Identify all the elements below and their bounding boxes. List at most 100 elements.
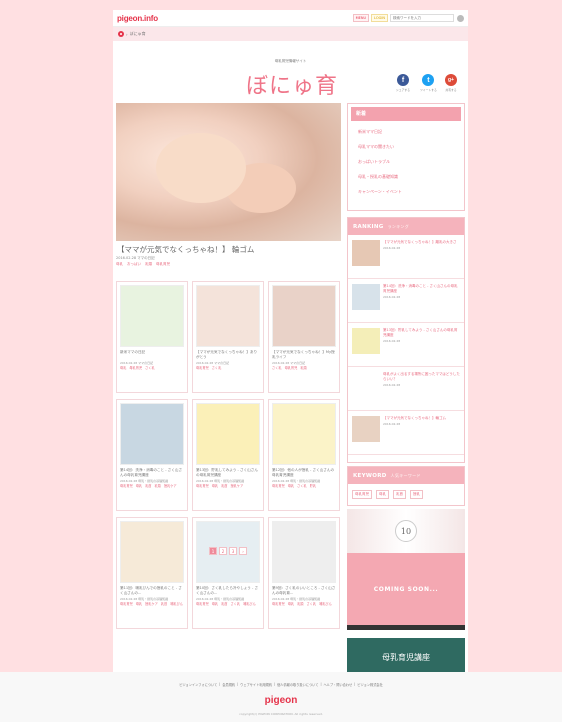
ranking-thumbnail[interactable] — [352, 284, 380, 310]
footer-link[interactable]: ピジョンインフォについて — [179, 682, 217, 687]
anniversary-banner[interactable]: 10 — [347, 509, 465, 553]
article-title[interactable]: 第14回：洗浄・消毒のこと - さく山さんの母乳育児講座 — [120, 468, 184, 478]
article-card[interactable]: 第10回：さく乳したら冷やしょう - さく山さんの... 2016.02.28 母… — [192, 517, 264, 629]
sidebar-item-diary[interactable]: 新米ママ日記 — [348, 124, 464, 139]
article-card[interactable]: 第12回：他の人が授乳 - さく山さんの母乳育児講座 2016.02.28 母乳・… — [268, 399, 340, 511]
tag-link[interactable]: 母乳 — [288, 602, 294, 606]
article-card[interactable]: 新米ママの日記 2016.02.28 ママの日記 母乳 母乳育児 さく乳 — [116, 281, 188, 393]
tag-link[interactable]: 母乳育児 — [196, 602, 209, 606]
article-thumbnail[interactable] — [272, 285, 336, 347]
article-thumbnail[interactable] — [120, 285, 184, 347]
tag-link[interactable]: 乳首 — [221, 484, 227, 488]
tag-link[interactable]: 母乳育児 — [129, 366, 142, 370]
tag-link[interactable]: さく乳 — [212, 366, 222, 370]
ranking-item[interactable]: 母乳がよく出るする場所に困ったママはどうしたらいい？ 2016.02.28 — [348, 367, 464, 411]
tag-link[interactable]: 母乳育児 — [156, 262, 170, 267]
tag-link[interactable]: 母乳 — [136, 602, 142, 606]
ranking-item-title[interactable]: 第14回：洗浄・消毒のこと - さく山さんの母乳育児講座 — [383, 284, 460, 294]
ranking-item-title[interactable]: 【ママが元気でなくっちゃね！】離乳の大きさ — [383, 240, 457, 245]
search-icon[interactable] — [457, 14, 464, 22]
ranking-thumbnail[interactable] — [352, 328, 380, 354]
tag-link[interactable]: 母乳育児 — [120, 602, 133, 606]
home-icon[interactable] — [118, 31, 124, 37]
tag-link[interactable]: 母乳 — [212, 484, 218, 488]
article-title[interactable]: 新米ママの日記 — [120, 350, 184, 360]
tag-link[interactable]: 乳首 — [161, 602, 167, 606]
page-button-3[interactable]: 3 — [229, 547, 237, 555]
footer-link[interactable]: ウェブサイト利用規約 — [240, 682, 272, 687]
facebook-icon[interactable]: f — [397, 74, 409, 86]
article-title[interactable]: 【ママが元気でなくっちゃね！】My授乳ライフ — [272, 350, 336, 360]
tag-link[interactable]: おっぱい — [127, 262, 141, 267]
tag-link[interactable]: 乳頭 — [155, 484, 161, 488]
keyword-tag[interactable]: 授乳 — [410, 490, 423, 499]
twitter-share[interactable]: t ツイートする — [420, 74, 437, 92]
article-title[interactable]: 第11回：哺乳びんでの授乳のこと - さく山さんの... — [120, 586, 184, 596]
tag-link[interactable]: 乳頭 — [297, 602, 303, 606]
footer-pigeon-logo[interactable]: pigeon — [0, 695, 562, 706]
coming-soon-banner[interactable]: COMING SOON... — [347, 553, 465, 625]
sidebar-item-questions[interactable]: 母乳ママの聞きたい — [348, 139, 464, 154]
tag-link[interactable]: 母乳 — [212, 602, 218, 606]
tag-link[interactable]: 授乳ケア — [164, 484, 177, 488]
article-title[interactable]: 第10回：さく乳したら冷やしょう - さく山さんの... — [196, 586, 260, 596]
tag-link[interactable]: さく乳 — [145, 366, 155, 370]
tag-link[interactable]: さく乳 — [297, 484, 307, 488]
tag-link[interactable]: 母乳育児 — [285, 366, 298, 370]
tag-link[interactable]: 母乳育児 — [196, 484, 209, 488]
tag-link[interactable]: 乳頭 — [300, 366, 306, 370]
tag-link[interactable]: 授乳ケア — [145, 602, 158, 606]
next-page-button[interactable]: › — [239, 547, 247, 555]
video-control-bar[interactable] — [347, 625, 465, 630]
article-card[interactable]: 第11回：哺乳びんでの授乳のこと - さく山さんの... 2016.02.28 母… — [116, 517, 188, 629]
tag-link[interactable]: 母乳 — [136, 484, 142, 488]
twitter-icon[interactable]: t — [422, 74, 435, 86]
ranking-thumbnail[interactable] — [352, 416, 380, 442]
tag-link[interactable]: 母乳 — [288, 484, 294, 488]
sidebar-item-trouble[interactable]: おっぱいトラブル — [348, 154, 464, 169]
course-banner[interactable]: 母乳育児講座 — [347, 638, 465, 676]
keyword-tag[interactable]: 母乳 — [376, 490, 389, 499]
keyword-tag[interactable]: 乳首 — [393, 490, 406, 499]
ranking-item[interactable]: 第14回：洗浄・消毒のこと - さく山さんの母乳育児講座 2016.02.28 — [348, 279, 464, 323]
tag-link[interactable]: 母乳 — [116, 262, 123, 267]
menu-button[interactable]: MENU — [352, 14, 370, 22]
ranking-item[interactable]: 【ママが元気でなくっちゃね！】離乳の大きさ 2016.02.28 — [348, 235, 464, 279]
page-button-1[interactable]: 1 — [209, 547, 217, 555]
article-card[interactable]: 【ママが元気でなくっちゃね！】ありがとう 2016.02.28 ママの日記 母乳育児… — [192, 281, 264, 393]
tag-link[interactable]: 授乳ケア — [231, 484, 244, 488]
tag-link[interactable]: 乳頭 — [145, 262, 152, 267]
tag-link[interactable]: 哺乳びん — [170, 602, 183, 606]
sidebar-item-campaign[interactable]: キャンペーン・イベント — [348, 184, 464, 199]
article-thumbnail[interactable] — [120, 403, 184, 465]
pigeon-info-logo[interactable]: pigeon.info — [117, 14, 158, 23]
ranking-thumbnail[interactable] — [352, 240, 380, 266]
article-thumbnail[interactable] — [120, 521, 184, 583]
tag-link[interactable]: 貯乳 — [310, 484, 316, 488]
ranking-item-title[interactable]: 第13回：貯乳してみよう - さく山さんの母乳育児講座 — [383, 328, 460, 338]
featured-article-image[interactable] — [116, 103, 341, 241]
tag-link[interactable]: さく乳 — [272, 366, 282, 370]
ranking-item-title[interactable]: 【ママが元気でなくっちゃね！】輪ゴム — [383, 416, 446, 421]
tag-link[interactable]: 母乳 — [120, 366, 126, 370]
article-card[interactable]: 第9回：さく乳のいいところ - さく山さんの母乳育... 2016.02.28 母… — [268, 517, 340, 629]
facebook-share[interactable]: f シェアする — [396, 74, 410, 92]
ranking-item[interactable]: 第13回：貯乳してみよう - さく山さんの母乳育児講座 2016.02.28 — [348, 323, 464, 367]
google-plus-share[interactable]: g+ 共有する — [445, 74, 457, 92]
article-card[interactable]: 第14回：洗浄・消毒のこと - さく山さんの母乳育児講座 2016.02.28 母… — [116, 399, 188, 511]
article-title[interactable]: 第13回：貯乳してみよう - さく山さんの母乳育児講座 — [196, 468, 260, 478]
new-articles-link[interactable]: 新着 — [351, 107, 461, 121]
ranking-thumbnail[interactable] — [352, 372, 380, 398]
tag-link[interactable]: 乳首 — [145, 484, 151, 488]
ranking-item[interactable]: 【ママが元気でなくっちゃね！】輪ゴム 2016.02.28 — [348, 411, 464, 455]
tag-link[interactable]: 乳首 — [221, 602, 227, 606]
article-thumbnail[interactable] — [196, 285, 260, 347]
tag-link[interactable]: 哺乳びん — [243, 602, 256, 606]
tag-link[interactable]: 母乳育児 — [196, 366, 209, 370]
page-button-2[interactable]: 2 — [219, 547, 227, 555]
tag-link[interactable]: 母乳育児 — [120, 484, 133, 488]
ranking-item-title[interactable]: 母乳がよく出るする場所に困ったママはどうしたらいい？ — [383, 372, 460, 382]
article-card[interactable]: 第13回：貯乳してみよう - さく山さんの母乳育児講座 2016.02.28 母乳… — [192, 399, 264, 511]
site-title[interactable]: ぼにゅ育 — [238, 68, 346, 100]
footer-link[interactable]: ピジョン株式会社 — [357, 682, 383, 687]
